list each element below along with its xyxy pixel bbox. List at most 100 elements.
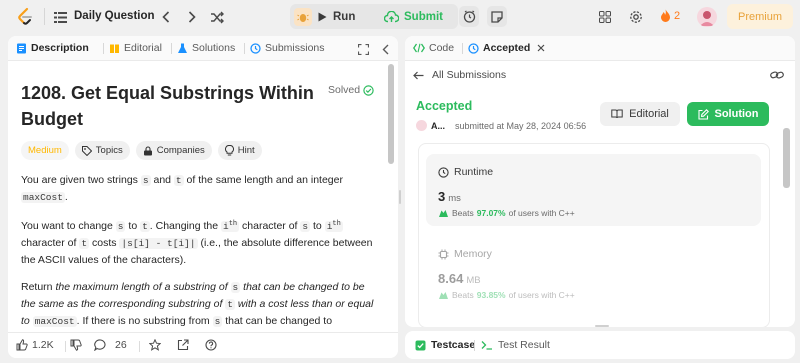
all-submissions-link[interactable]: All Submissions	[413, 69, 506, 81]
solved-indicator: Solved	[328, 84, 374, 96]
tab-test-result[interactable]: Test Result	[481, 339, 550, 351]
text: character of	[239, 220, 301, 233]
difficulty-badge: Medium	[21, 141, 69, 160]
submit-button-label: Submit	[404, 10, 443, 23]
user-mini-avatar[interactable]	[416, 120, 427, 131]
description-paragraph: You are given two strings s and t of the…	[21, 172, 381, 206]
companies-chip[interactable]: Companies	[135, 141, 212, 160]
maximize-icon[interactable]	[356, 42, 370, 56]
text: character of	[21, 237, 80, 250]
tab-editorial[interactable]: Editorial	[109, 42, 162, 54]
arrow-left-icon	[413, 71, 424, 79]
tab-submissions[interactable]: Submissions	[250, 42, 325, 54]
hint-chip[interactable]: Hint	[217, 141, 262, 160]
solution-button[interactable]: Solution	[687, 102, 769, 126]
tab-code[interactable]: Code	[413, 42, 454, 54]
submission-user[interactable]: A...	[431, 121, 445, 131]
clock-icon	[438, 166, 449, 178]
memory-beats: Beats 93.85% of users with C++	[438, 290, 575, 300]
inline-code: t	[140, 221, 150, 233]
divider	[139, 341, 140, 352]
tab-separator	[462, 43, 463, 54]
user-avatar[interactable]	[697, 7, 717, 27]
collapse-left-icon[interactable]	[378, 42, 392, 56]
run-button[interactable]: Run	[318, 4, 355, 29]
problem-list-icon[interactable]	[53, 10, 67, 24]
notes-icon[interactable]	[487, 6, 507, 27]
hint-label: Hint	[237, 145, 255, 156]
submission-status: Accepted	[416, 99, 473, 113]
problem-list-title[interactable]: Daily Question	[74, 10, 155, 22]
comment-count: 26	[115, 339, 127, 351]
dislike-button[interactable]	[70, 339, 82, 351]
topics-label: Topics	[95, 145, 123, 156]
runtime-value: 3	[438, 189, 446, 204]
tab-solutions-label: Solutions	[192, 42, 236, 54]
tab-testcase[interactable]: Testcase	[415, 339, 475, 351]
close-tab-icon[interactable]	[537, 44, 545, 52]
comments-button[interactable]: 26	[94, 339, 127, 351]
debug-bug-icon[interactable]	[294, 8, 312, 26]
runtime-card[interactable]: Runtime 3 ms Beats 97.07% of users with C…	[426, 154, 761, 226]
submission-scrollbar-thumb[interactable]	[783, 128, 790, 188]
premium-button[interactable]: Premium	[727, 4, 793, 29]
memory-card[interactable]: Memory 8.64 MB Beats 93.85% of users with…	[426, 236, 761, 316]
tab-accepted-label: Accepted	[483, 42, 531, 54]
inline-code: |s[i] - t[i]|	[119, 238, 198, 250]
lock-icon	[143, 145, 152, 155]
tag-icon	[81, 145, 92, 156]
document-icon	[17, 43, 26, 53]
run-button-label: Run	[333, 10, 356, 23]
panel-resize-handle[interactable]	[399, 190, 401, 204]
inline-code: t	[173, 175, 184, 186]
topics-chip[interactable]: Topics	[74, 141, 130, 160]
solution-button-label: Solution	[714, 108, 759, 120]
open-book-icon	[611, 109, 623, 119]
editorial-button[interactable]: Editorial	[600, 102, 680, 126]
tab-separator	[171, 43, 172, 54]
streak-counter[interactable]: 2	[660, 9, 680, 22]
chevron-left-icon[interactable]	[158, 9, 174, 25]
description-tabbar: Description Editorial Solutions Submissi…	[8, 36, 398, 61]
inline-code: t	[79, 238, 90, 250]
chevron-right-icon[interactable]	[184, 9, 200, 25]
testcase-panel: Testcase Test Result	[405, 331, 795, 359]
submit-button[interactable]: Submit	[384, 4, 443, 29]
inline-code: ith	[221, 220, 240, 233]
description-scrollbar-thumb[interactable]	[388, 64, 394, 164]
beats-prefix: Beats	[452, 290, 474, 300]
beats-suffix: of users with C++	[508, 208, 575, 218]
hands-clap-icon	[439, 209, 448, 217]
help-button[interactable]	[205, 339, 217, 351]
text: You are given two strings	[21, 174, 141, 186]
settings-gear-icon[interactable]	[628, 9, 644, 25]
memory-value: 8.64	[438, 271, 464, 286]
shuffle-icon[interactable]	[208, 9, 226, 25]
share-button[interactable]	[177, 339, 189, 351]
fire-icon	[661, 9, 670, 22]
text: Return	[21, 281, 56, 294]
memory-header: Memory	[438, 248, 492, 260]
text: You want to change	[21, 220, 116, 233]
share-external-icon	[177, 339, 189, 351]
tab-accepted[interactable]: Accepted	[468, 42, 545, 54]
tab-description[interactable]: Description	[16, 42, 89, 54]
play-icon	[318, 12, 327, 21]
memory-beats-percent: 93.85%	[476, 290, 506, 300]
favorite-button[interactable]	[149, 339, 161, 351]
text: to	[310, 220, 325, 233]
link-icon[interactable]	[769, 69, 785, 81]
description-paragraph: You want to change s to t. Changing the …	[21, 216, 381, 269]
text: of the same length and an integer	[183, 174, 343, 186]
cpu-chip-icon	[438, 249, 449, 259]
tab-solutions[interactable]: Solutions	[177, 42, 235, 54]
solved-label: Solved	[328, 84, 361, 96]
thumbs-down-icon	[70, 339, 82, 351]
question-circle-icon	[205, 339, 217, 351]
timer-icon[interactable]	[459, 6, 479, 27]
like-button[interactable]: 1.2K	[16, 339, 54, 351]
layout-grid-icon[interactable]	[597, 9, 613, 25]
leetcode-logo-icon[interactable]	[16, 7, 36, 27]
vertical-resize-handle[interactable]	[595, 325, 609, 327]
text: that can be changed to	[222, 315, 333, 328]
